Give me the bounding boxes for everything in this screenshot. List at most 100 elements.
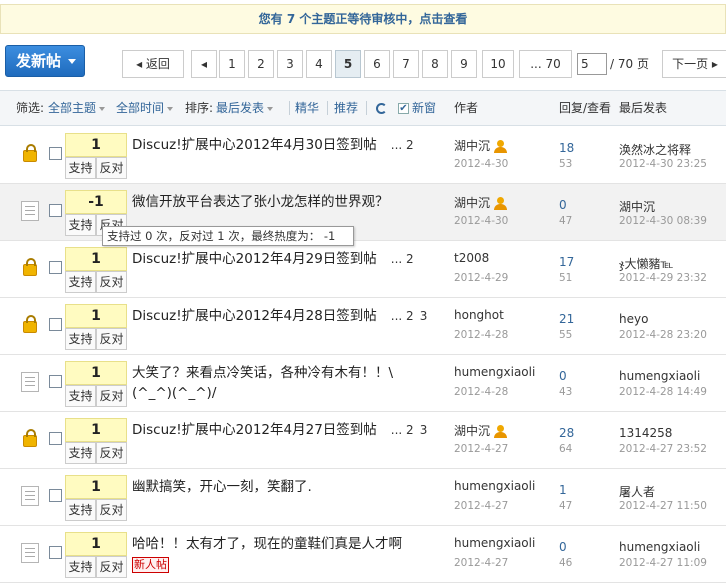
filter-recommend[interactable]: 推荐 [334, 91, 358, 125]
thread-title[interactable]: Discuz!扩展中心2012年4月30日签到帖... 2 [132, 135, 432, 155]
page-link[interactable]: 10 [482, 50, 514, 78]
thread-checkbox[interactable] [49, 489, 62, 502]
thread-page-link[interactable]: 3 [420, 309, 428, 323]
support-button[interactable]: 支持 [65, 157, 96, 179]
last-post-user[interactable]: 屠人者 [619, 483, 655, 500]
thread-page-links[interactable]: ... 2 3 [385, 423, 428, 437]
oppose-button[interactable]: 反对 [96, 385, 127, 407]
thread-author[interactable]: honghot [454, 308, 504, 322]
thread-checkbox[interactable] [49, 546, 62, 559]
reply-count[interactable]: 0 [559, 198, 567, 212]
last-post-date[interactable]: 2012-4-27 23:52 [619, 443, 707, 455]
page-link[interactable]: 2 [248, 50, 274, 78]
thread-author[interactable]: humengxiaoli [454, 479, 535, 493]
last-post-user[interactable]: heyo [619, 312, 648, 326]
page-link[interactable]: 9 [451, 50, 477, 78]
last-post-date[interactable]: 2012-4-30 08:39 [619, 215, 707, 227]
reply-count[interactable]: 0 [559, 369, 567, 383]
page-link[interactable]: 7 [393, 50, 419, 78]
thread-title[interactable]: 哈哈！！太有才了，现在的童鞋们真是人才啊 新人帖 [132, 534, 432, 574]
thread-page-link[interactable]: ... 2 [391, 138, 414, 152]
filter-all-time[interactable]: 全部时间 [116, 91, 174, 125]
last-post-user[interactable]: 涣然冰之将释 [619, 141, 691, 158]
new-window-label[interactable]: 新窗 [412, 91, 436, 125]
thread-author[interactable]: 湖中沉 [454, 194, 490, 211]
thread-title[interactable]: Discuz!扩展中心2012年4月27日签到帖... 23 [132, 420, 432, 440]
thread-page-link[interactable]: 3 [420, 423, 428, 437]
sort-last-post[interactable]: 最后发表 [216, 91, 274, 125]
thread-page-link[interactable]: ... 2 [391, 309, 414, 323]
last-post-user[interactable]: 湖中沉 [619, 198, 655, 215]
new-post-button[interactable]: 发新帖 [5, 45, 85, 77]
reply-count[interactable]: 1 [559, 483, 567, 497]
support-button[interactable]: 支持 [65, 442, 96, 464]
reply-count[interactable]: 28 [559, 426, 574, 440]
last-post-user[interactable]: ჯ大懒豬℡ [619, 255, 673, 272]
reply-count[interactable]: 21 [559, 312, 574, 326]
oppose-button[interactable]: 反对 [96, 328, 127, 350]
thread-title[interactable]: 大笑了？来看点冷笑话，各种冷有木有！！\(^_^)(^_^)/ [132, 363, 432, 403]
last-post-date[interactable]: 2012-4-28 23:20 [619, 329, 707, 341]
support-button[interactable]: 支持 [65, 385, 96, 407]
last-post-date[interactable]: 2012-4-27 11:50 [619, 500, 707, 512]
support-button[interactable]: 支持 [65, 499, 96, 521]
page-link[interactable]: 8 [422, 50, 448, 78]
thread-page-links[interactable]: ... 2 3 [385, 309, 428, 323]
page-link[interactable]: 3 [277, 50, 303, 78]
thread-checkbox[interactable] [49, 318, 62, 331]
thread-checkbox[interactable] [49, 147, 62, 160]
oppose-button[interactable]: 反对 [96, 442, 127, 464]
last-post-date[interactable]: 2012-4-28 14:49 [619, 386, 707, 398]
moderation-notice[interactable]: 您有 7 个主题正等待审核中，点击查看 [0, 4, 726, 34]
new-window-checkbox[interactable]: ✔ [398, 103, 409, 114]
oppose-button[interactable]: 反对 [96, 271, 127, 293]
refresh-icon[interactable] [376, 103, 387, 114]
page-link[interactable]: 5 [335, 50, 361, 78]
last-post-user[interactable]: humengxiaoli [619, 369, 700, 383]
thread-title[interactable]: 微信开放平台表达了张小龙怎样的世界观？ [132, 192, 432, 212]
page-link[interactable]: 1 [219, 50, 245, 78]
oppose-button[interactable]: 反对 [96, 499, 127, 521]
thread-page-links[interactable]: ... 2 [385, 252, 414, 266]
last-post-user[interactable]: 1314258 [619, 426, 672, 440]
thread-checkbox[interactable] [49, 261, 62, 274]
reply-count[interactable]: 18 [559, 141, 574, 155]
thread-page-link[interactable]: ... 2 [391, 252, 414, 266]
thread-title[interactable]: Discuz!扩展中心2012年4月29日签到帖... 2 [132, 249, 432, 269]
thread-checkbox[interactable] [49, 204, 62, 217]
page-link[interactable]: 4 [306, 50, 332, 78]
support-button[interactable]: 支持 [65, 556, 96, 578]
next-page-button[interactable]: 下一页 ▸ [662, 50, 726, 78]
thread-page-links[interactable]: ... 2 [385, 138, 414, 152]
support-button[interactable]: 支持 [65, 214, 96, 236]
thread-author[interactable]: 湖中沉 [454, 422, 490, 439]
filter-all-topics[interactable]: 全部主题 [48, 91, 106, 125]
thread-checkbox[interactable] [49, 375, 62, 388]
thread-title[interactable]: 幽默搞笑，开心一刻，笑翻了. [132, 477, 432, 497]
filter-digest[interactable]: 精华 [295, 91, 319, 125]
support-button[interactable]: 支持 [65, 328, 96, 350]
oppose-button[interactable]: 反对 [96, 556, 127, 578]
last-post-date[interactable]: 2012-4-29 23:32 [619, 272, 707, 284]
chevron-down-icon [68, 59, 76, 64]
page-link[interactable]: ... 70 [519, 50, 572, 78]
thread-date: 2012-4-28 [454, 386, 509, 398]
thread-checkbox[interactable] [49, 432, 62, 445]
thread-author[interactable]: humengxiaoli [454, 365, 535, 379]
page-link[interactable]: 6 [364, 50, 390, 78]
reply-count[interactable]: 0 [559, 540, 567, 554]
thread-author[interactable]: 湖中沉 [454, 137, 490, 154]
oppose-button[interactable]: 反对 [96, 157, 127, 179]
thread-author[interactable]: humengxiaoli [454, 536, 535, 550]
page-number-input[interactable] [577, 53, 607, 75]
prev-page-button[interactable]: ◂ [191, 50, 217, 78]
thread-title[interactable]: Discuz!扩展中心2012年4月28日签到帖... 23 [132, 306, 432, 326]
thread-author[interactable]: t2008 [454, 251, 489, 265]
last-post-date[interactable]: 2012-4-27 11:09 [619, 557, 707, 569]
reply-count[interactable]: 17 [559, 255, 574, 269]
thread-page-link[interactable]: ... 2 [391, 423, 414, 437]
support-button[interactable]: 支持 [65, 271, 96, 293]
last-post-date[interactable]: 2012-4-30 23:25 [619, 158, 707, 170]
back-button[interactable]: ◂ 返回 [122, 50, 184, 78]
last-post-user[interactable]: humengxiaoli [619, 540, 700, 554]
